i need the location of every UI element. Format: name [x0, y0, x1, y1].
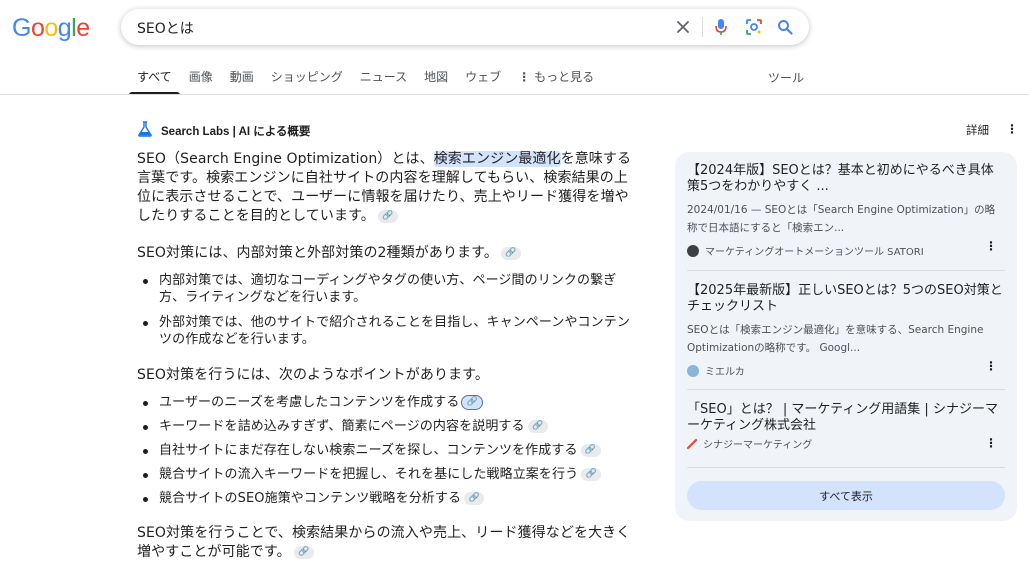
list-item: 内部対策では、適切なコーディングやタグの使い方、ページ間のリンクの繋ぎ方、ライテ… [137, 272, 642, 306]
link-chip-icon[interactable]: 🔗 [580, 444, 601, 457]
tab-news[interactable]: ニュース [360, 68, 407, 94]
link-chip-icon[interactable]: 🔗 [500, 246, 521, 260]
show-all-button[interactable]: すべて表示 [687, 481, 1005, 510]
text-span: SEO対策には、内部対策と外部対策の2種類があります。 [137, 245, 498, 261]
text-span: SEO対策を行うことで、検索結果からの流入や売上、リード獲得などを大きく増やすこ… [137, 525, 631, 560]
site-favicon-icon [686, 438, 698, 449]
more-vert-icon[interactable]: ⋮ [1006, 122, 1018, 136]
list-item: キーワードを詰め込みすぎず、簡素にページの内容を説明する 🔗 [137, 418, 642, 442]
bullet-list: 内部対策では、適切なコーディングやタグの使い方、ページ間のリンクの繋ぎ方、ライテ… [137, 272, 642, 356]
link-chip-icon[interactable]: 🔗 [464, 492, 485, 505]
link-chip-icon[interactable]: 🔗 [293, 545, 314, 559]
list-item-text: 競合サイトの流入キーワードを把握し、それを基にした戦略立案を行う [159, 467, 579, 482]
lens-icon[interactable] [743, 16, 765, 38]
tab-images[interactable]: 画像 [189, 68, 213, 94]
overview-paragraph: SEO対策を行うことで、検索結果からの流入や売上、リード獲得などを大きく増やすこ… [137, 524, 642, 562]
header-divider [0, 94, 1029, 95]
sources-panel: 【2024年版】SEOとは？基本と初めにやるべき具体策5つをわかりやすく ...… [675, 152, 1017, 521]
more-vert-icon[interactable]: ⋮ [985, 436, 997, 450]
link-chip-icon[interactable]: 🔗 [377, 209, 398, 223]
list-item: 競合サイトのSEO施策やコンテンツ戦略を分析する 🔗 [137, 490, 642, 514]
text-span: SEO対策を行うには、次のようなポイントがあります。 [137, 367, 489, 383]
overview-paragraph: SEO対策には、内部対策と外部対策の2種類があります。 🔗 [137, 244, 642, 263]
list-item-text: ユーザーのニーズを考慮したコンテンツを作成する [159, 395, 460, 410]
tab-more-label: もっと見る [534, 70, 595, 84]
source-title[interactable]: 「SEO」とは？ | マーケティング用語集 | シナジーマーケティング株式会社 [687, 402, 1005, 434]
source-title[interactable]: 【2024年版】SEOとは？基本と初めにやるべき具体策5つをわかりやすく ... [687, 163, 1005, 195]
divider [687, 467, 1005, 468]
list-item-text: 自社サイトにまだ存在しない検索ニーズを探し、コンテンツを作成する [159, 443, 578, 458]
overview-paragraph: SEO対策を行うには、次のようなポイントがあります。 [137, 366, 642, 385]
bullet-list: ユーザーのニーズを考慮したコンテンツを作成する 🔗 キーワードを詰め込みすぎず、簡… [137, 394, 642, 514]
logo-letter: g [57, 14, 72, 42]
microphone-icon[interactable] [710, 16, 732, 38]
source-card[interactable]: 【2025年最新版】正しいSEOとは？5つのSEO対策とチェックリスト SEOと… [687, 283, 1005, 378]
highlighted-term[interactable]: 検索エンジン最適化 [433, 151, 561, 167]
divider [687, 389, 1005, 390]
source-site-name: ミエルカ [705, 367, 745, 378]
link-chip-icon[interactable]: 🔗 [527, 420, 548, 433]
list-item: 外部対策では、他のサイトで紹介されることを目指し、キャンペーンやコンテンツの作成… [137, 314, 642, 348]
logo-letter: o [44, 14, 58, 42]
divider [687, 270, 1005, 271]
source-site-name: シナジーマーケティング [703, 440, 813, 451]
logo-letter: o [30, 14, 45, 42]
search-tabs: すべて 画像 動画 ショッピング ニュース 地図 ウェブ ⋮ もっと見る [129, 68, 611, 95]
search-input[interactable]: SEOとは [137, 18, 194, 38]
text-span: SEO（Search Engine Optimization）とは、 [137, 151, 434, 167]
source-card[interactable]: 【2024年版】SEOとは？基本と初めにやるべき具体策5つをわかりやすく ...… [687, 163, 1005, 258]
list-item-text: 外部対策では、他のサイトで紹介されることを目指し、キャンペーンやコンテンツの作成… [159, 315, 630, 347]
search-box[interactable]: SEOとは [121, 9, 809, 45]
source-title[interactable]: 【2025年最新版】正しいSEOとは？5つのSEO対策とチェックリスト [687, 283, 1005, 315]
more-vert-icon[interactable]: ⋮ [985, 359, 997, 373]
tab-videos[interactable]: 動画 [230, 68, 254, 94]
source-site: ミエルカ [687, 363, 1005, 378]
overview-paragraph: SEO（Search Engine Optimization）とは、検索エンジン… [137, 150, 642, 226]
more-vert-icon[interactable]: ⋮ [985, 239, 997, 253]
ai-overview-title: Search Labs | AI による概要 [161, 126, 311, 138]
site-favicon-icon [687, 364, 699, 377]
list-item-text: キーワードを詰め込みすぎず、簡素にページの内容を説明する [159, 419, 525, 434]
tab-web[interactable]: ウェブ [465, 68, 501, 94]
clear-icon[interactable] [672, 16, 694, 38]
site-favicon-icon [687, 244, 699, 257]
search-icon[interactable] [774, 16, 796, 38]
logo-letter: e [76, 14, 90, 42]
google-logo[interactable]: Google [12, 14, 90, 43]
detail-button[interactable]: 詳細 [966, 122, 989, 138]
source-snippet: SEOとは「検索エンジン最適化」を意味する、Search Engine Opti… [687, 324, 984, 354]
search-divider [702, 17, 703, 37]
link-chip-icon[interactable]: 🔗 [581, 468, 602, 481]
source-site: マーケティングオートメーションツール SATORI [687, 243, 1005, 258]
logo-letter: G [12, 14, 31, 42]
tab-all[interactable]: すべて [129, 68, 180, 95]
source-card[interactable]: 「SEO」とは？ | マーケティング用語集 | シナジーマーケティング株式会社 … [686, 402, 1005, 451]
list-item: ユーザーのニーズを考慮したコンテンツを作成する 🔗 [137, 394, 642, 418]
source-site-name: マーケティングオートメーションツール SATORI [705, 247, 924, 258]
tab-maps[interactable]: 地図 [424, 68, 448, 94]
ai-overview-header: Search Labs | AI による概要 [137, 121, 310, 141]
tab-shopping[interactable]: ショッピング [271, 68, 343, 94]
labs-flask-icon [137, 121, 153, 141]
tab-more[interactable]: ⋮ もっと見る [518, 68, 594, 94]
link-chip-icon[interactable]: 🔗 [461, 395, 484, 410]
list-item: 自社サイトにまだ存在しない検索ニーズを探し、コンテンツを作成する 🔗 [137, 442, 642, 466]
source-site: シナジーマーケティング [686, 436, 1005, 451]
source-snippet: 2024/01/16 — SEOとは「Search Engine Optimiz… [687, 204, 996, 234]
list-item: 競合サイトの流入キーワードを把握し、それを基にした戦略立案を行う 🔗 [137, 466, 642, 490]
tools-button[interactable]: ツール [768, 69, 804, 86]
list-item-text: 競合サイトのSEO施策やコンテンツ戦略を分析する [159, 491, 462, 506]
list-item-text: 内部対策では、適切なコーディングやタグの使い方、ページ間のリンクの繋ぎ方、ライテ… [159, 273, 617, 305]
more-vert-icon: ⋮ [518, 70, 531, 84]
